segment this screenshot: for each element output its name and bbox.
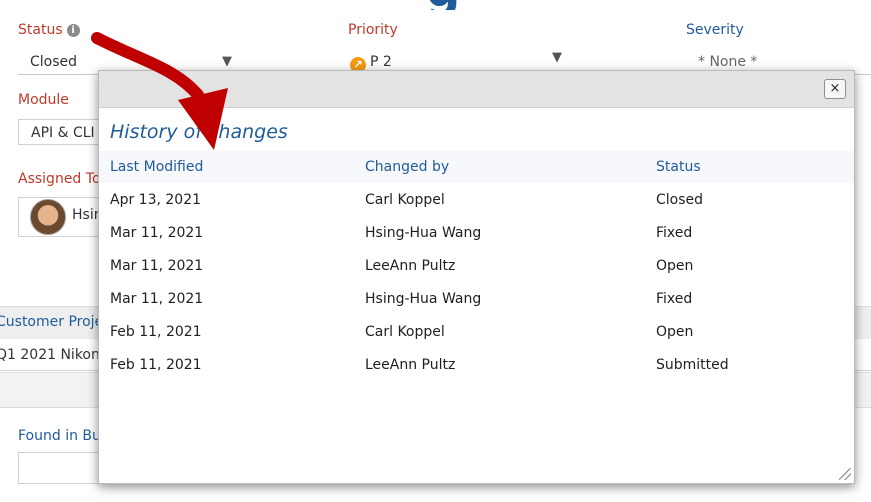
cell-changed-by: LeeAnn Pultz: [365, 257, 456, 274]
status-label: Status i: [18, 22, 80, 38]
close-button[interactable]: ×: [824, 79, 846, 99]
history-dialog: × History of changes Last Modified Chang…: [98, 70, 855, 484]
severity-label: Severity: [686, 22, 744, 38]
cell-changed-by: Hsing-Hua Wang: [365, 290, 482, 307]
column-header-last-modified: Last Modified: [99, 151, 365, 183]
cell-status: Closed: [656, 191, 704, 208]
chevron-down-icon: ▼: [552, 50, 562, 65]
cell-status: Submitted: [656, 356, 729, 373]
table-row: Feb 11, 2021 Carl Koppel Open: [99, 315, 854, 348]
priority-select-value: P 2: [370, 54, 392, 70]
cell-last-modified: Apr 13, 2021: [110, 191, 202, 208]
cell-status: Fixed: [656, 290, 693, 307]
info-icon[interactable]: i: [66, 24, 80, 37]
severity-select-value: * None *: [698, 54, 758, 70]
cell-changed-by: LeeAnn Pultz: [365, 356, 456, 373]
column-header-status: Status: [656, 151, 854, 183]
table-header-row: Last Modified Changed by Status: [99, 151, 854, 183]
table-row: Mar 11, 2021 Hsing-Hua Wang Fixed: [99, 282, 854, 315]
cell-changed-by: Hsing-Hua Wang: [365, 224, 482, 241]
avatar: [30, 199, 66, 235]
resize-grip-icon[interactable]: [839, 468, 851, 480]
cell-status: Open: [656, 257, 694, 274]
table-row: Mar 11, 2021 LeeAnn Pultz Open: [99, 249, 854, 282]
cell-last-modified: Mar 11, 2021: [110, 290, 204, 307]
status-select-value: Closed: [30, 54, 78, 70]
module-select-value: API & CLI: [31, 125, 95, 141]
cell-last-modified: Feb 11, 2021: [110, 356, 202, 373]
table-row: Mar 11, 2021 Hsing-Hua Wang Fixed: [99, 216, 854, 249]
page-heading-fragment: g: [426, 0, 546, 10]
module-label: Module: [18, 92, 69, 108]
dialog-header: ×: [99, 71, 854, 108]
priority-label: Priority: [348, 22, 398, 38]
column-header-changed-by: Changed by: [365, 151, 656, 183]
cell-last-modified: Mar 11, 2021: [110, 257, 204, 274]
dialog-title: History of changes: [110, 121, 288, 143]
table-row: Feb 11, 2021 LeeAnn Pultz Submitted: [99, 348, 854, 381]
cell-changed-by: Carl Koppel: [365, 191, 445, 208]
cell-status: Fixed: [656, 224, 693, 241]
customer-project-value: Q1 2021 Nikon: [0, 347, 100, 363]
cell-status: Open: [656, 323, 694, 340]
cell-last-modified: Feb 11, 2021: [110, 323, 202, 340]
table-row: Apr 13, 2021 Carl Koppel Closed: [99, 183, 854, 216]
cell-last-modified: Mar 11, 2021: [110, 224, 204, 241]
history-table: Last Modified Changed by Status Apr 13, …: [99, 151, 854, 381]
close-icon: ×: [829, 81, 841, 96]
cell-changed-by: Carl Koppel: [365, 323, 445, 340]
assigned-to-label: Assigned To: [18, 171, 101, 187]
